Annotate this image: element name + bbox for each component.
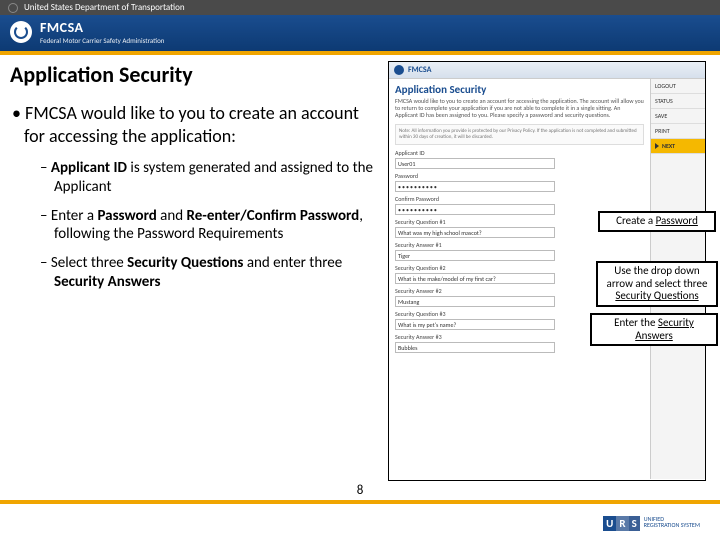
ss-print-button[interactable]: PRINT [651,124,705,139]
sub-bullet-1: Applicant ID is system generated and ass… [40,159,380,197]
ss-next-button[interactable]: NEXT [651,139,705,154]
callout-password: Create a Password [598,211,716,232]
fmcsa-subtitle: Federal Motor Carrier Safety Administrat… [40,36,164,45]
applicant-id-field[interactable]: User01 [395,158,555,169]
slide-text-column: Application Security FMCSA would like to… [10,61,380,481]
ss-logo-icon [394,65,404,75]
slide-title: Application Security [10,61,380,88]
password-label: Password [395,172,644,180]
sq3-select[interactable]: What is my pet's name? [395,319,555,330]
sq2-select[interactable]: What is the make/model of my first car? [395,273,555,284]
dot-label: United States Department of Transportati… [24,2,185,13]
dot-seal-icon [8,3,18,13]
applicant-id-label: Applicant ID [395,149,644,157]
ss-note-box: Note: All information you provide is pro… [395,124,644,145]
main-bullet: FMCSA would like to you to create an acc… [24,102,380,147]
password-field[interactable]: •••••••••• [395,181,555,192]
ss-brand: FMCSA [408,65,431,75]
callout-security-answers: Enter the Security Answers [590,313,718,346]
fmcsa-banner: FMCSA Federal Motor Carrier Safety Admin… [0,15,720,55]
ss-logout-button[interactable]: LOGOUT [651,79,705,94]
sa1-label: Security Answer #1 [395,241,644,249]
page-number: 8 [357,483,364,498]
dot-topbar: United States Department of Transportati… [0,0,720,15]
ss-status-button[interactable]: STATUS [651,94,705,109]
ss-save-button[interactable]: SAVE [651,109,705,124]
ss-heading: Application Security [395,83,644,96]
callout-security-questions: Use the drop down arrow and select three… [596,261,718,307]
sub-bullet-2: Enter a Password and Re-enter/Confirm Pa… [40,207,380,245]
confirm-password-label: Confirm Password [395,195,644,203]
sq1-select[interactable]: What was my high school mascot? [395,227,555,238]
confirm-password-field[interactable]: •••••••••• [395,204,555,215]
ss-intro: FMCSA would like to you to create an acc… [395,98,644,120]
sa1-field[interactable]: Tiger [395,250,555,261]
play-icon [655,143,659,149]
sa3-field[interactable]: Bubbles [395,342,555,353]
urs-logo: URS UNIFIEDREGISTRATION SYSTEM [603,513,700,532]
sub-bullet-3: Select three Security Questions and ente… [40,254,380,292]
footer: URS UNIFIEDREGISTRATION SYSTEM [0,500,720,540]
sa2-field[interactable]: Mustang [395,296,555,307]
fmcsa-logo-icon [10,21,32,43]
fmcsa-title: FMCSA [40,19,164,36]
